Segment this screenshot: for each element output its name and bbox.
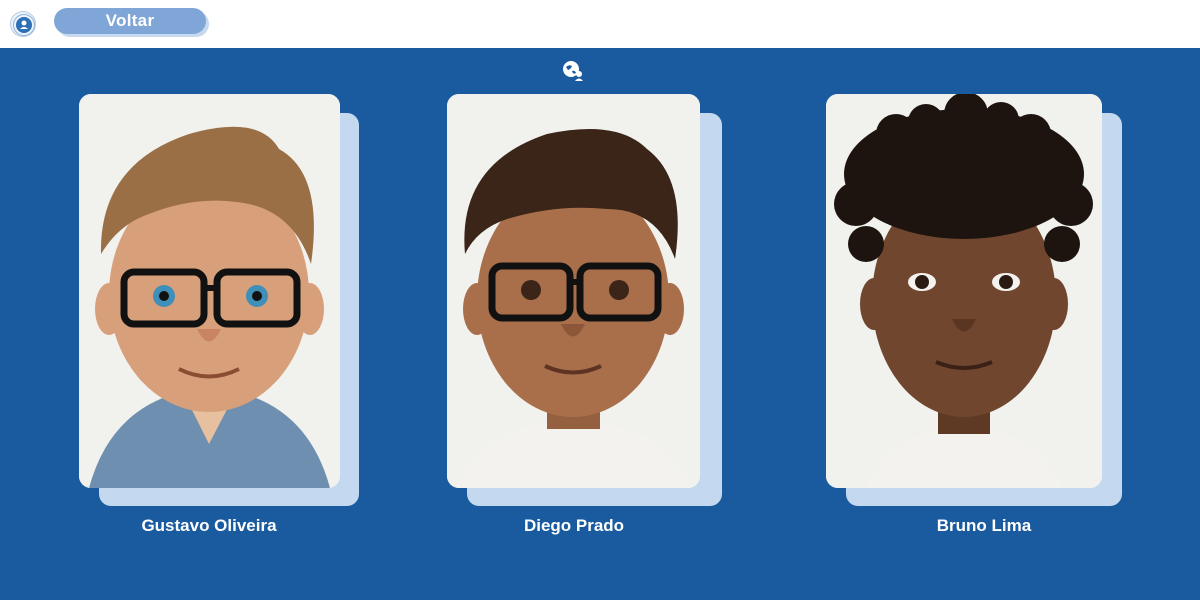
avatar xyxy=(826,94,1102,488)
avatar xyxy=(447,94,700,488)
top-bar: Voltar xyxy=(0,0,1200,48)
person-name: Bruno Lima xyxy=(936,516,1032,535)
avatar xyxy=(79,94,340,488)
world-people-icon xyxy=(560,57,586,83)
person-name: Diego Prado xyxy=(523,516,625,535)
person-name: Gustavo Oliveira xyxy=(141,516,277,535)
globe-badge-icon[interactable] xyxy=(10,11,36,37)
back-button[interactable]: Voltar xyxy=(54,8,206,34)
